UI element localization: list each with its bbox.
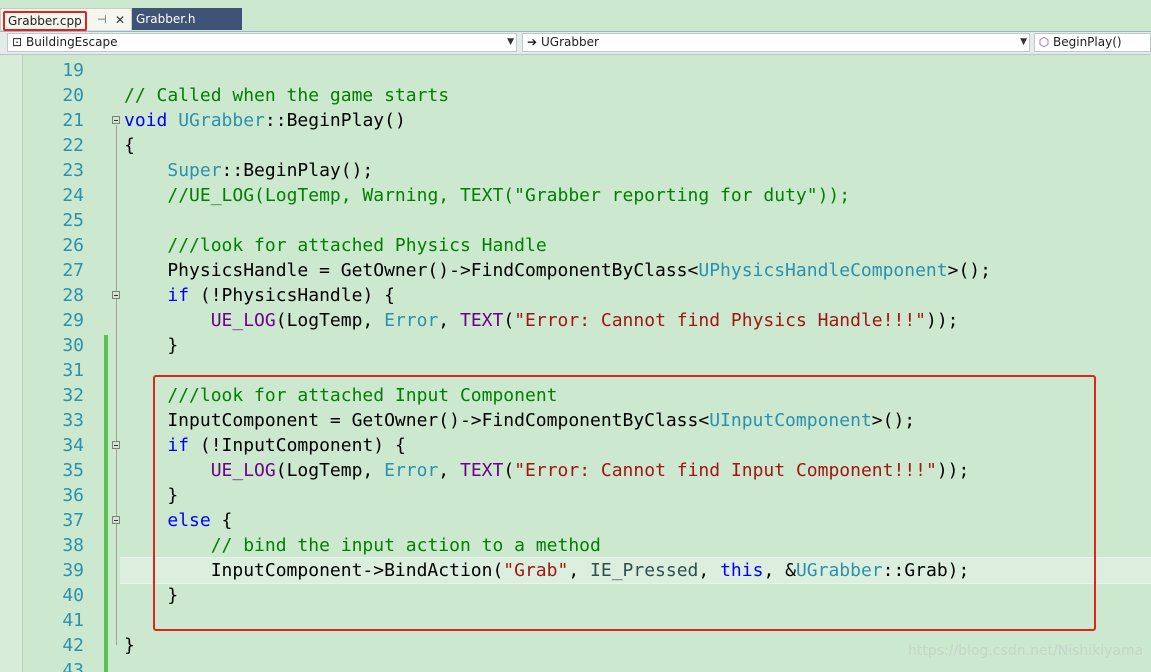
- code-token: (: [503, 310, 515, 331]
- code-token: ,: [438, 310, 460, 331]
- code-token: UGrabber: [178, 110, 265, 131]
- collapse-icon[interactable]: [112, 291, 120, 299]
- project-dropdown-value: BuildingEscape: [26, 35, 118, 49]
- collapse-icon[interactable]: [112, 441, 120, 449]
- code-editor[interactable]: 19 20 // Called when the game starts 21 void…: [0, 55, 1151, 672]
- code-line[interactable]: }: [124, 633, 135, 658]
- change-tracking-bar: [104, 335, 108, 672]
- class-dropdown-value: UGrabber: [541, 35, 599, 49]
- line-number: 29: [62, 310, 84, 331]
- code-token: void: [124, 110, 168, 131]
- code-line[interactable]: UE_LOG(LogTemp, Error, TEXT("Error: Cann…: [124, 308, 959, 333]
- code-line[interactable]: void UGrabber::BeginPlay(): [124, 108, 406, 133]
- class-dropdown[interactable]: ➔ UGrabber ▼: [522, 33, 1030, 52]
- collapse-icon[interactable]: [112, 516, 120, 524]
- code-line[interactable]: Super::BeginPlay();: [124, 158, 373, 183]
- line-number: 32: [62, 385, 84, 406]
- outline-guide: [116, 125, 117, 645]
- chevron-down-icon[interactable]: ▼: [1020, 34, 1027, 51]
- line-number: 35: [62, 460, 84, 481]
- code-token: (LogTemp,: [275, 310, 385, 331]
- line-number: 33: [62, 410, 84, 431]
- code-token: UE_LOG: [210, 310, 276, 331]
- line-number: 22: [62, 135, 84, 156]
- code-token: Error: [384, 310, 439, 331]
- line-number: 28: [62, 285, 84, 306]
- document-tab-strip: Grabber.cpp ⊣ ✕ Grabber.h: [0, 0, 1151, 32]
- code-token: "Error: Cannot find Physics Handle!!!": [514, 310, 926, 331]
- line-number: 24: [62, 185, 84, 206]
- tab-grabber-cpp-label: Grabber.cpp: [3, 11, 87, 31]
- line-number: 19: [62, 60, 84, 81]
- navigation-bar: ⊡ BuildingEscape ▼ ➔ UGrabber ▼ ⬡ BeginPlay…: [0, 32, 1151, 55]
- close-icon[interactable]: ✕: [115, 9, 125, 31]
- watermark: https://blog.csdn.net/Nishikiyama: [908, 643, 1144, 659]
- line-number: 20: [62, 85, 84, 106]
- code-token: PhysicsHandle = GetOwner()->FindComponen…: [124, 260, 699, 281]
- line-number: 39: [62, 560, 84, 581]
- code-token: // Called when the game starts: [124, 85, 450, 106]
- tab-grabber-cpp[interactable]: Grabber.cpp ⊣ ✕: [0, 8, 132, 31]
- line-number: 41: [62, 610, 84, 631]
- tab-grabber-h[interactable]: Grabber.h: [132, 8, 242, 30]
- code-line[interactable]: if (!PhysicsHandle) {: [124, 283, 395, 308]
- code-token: ///look for attached Physics Handle: [167, 235, 547, 256]
- chevron-down-icon[interactable]: ▼: [507, 34, 514, 51]
- line-number: 36: [62, 485, 84, 506]
- member-dropdown[interactable]: ⬡ BeginPlay(): [1034, 33, 1151, 52]
- line-number: 23: [62, 160, 84, 181]
- code-token: ::BeginPlay(): [264, 110, 406, 131]
- collapse-icon[interactable]: [112, 116, 120, 124]
- member-dropdown-value: BeginPlay(): [1053, 35, 1122, 49]
- project-dropdown[interactable]: ⊡ BuildingEscape ▼: [7, 33, 517, 52]
- line-number: 43: [62, 660, 84, 672]
- tab-grabber-h-label: Grabber.h: [136, 12, 196, 26]
- line-number: 27: [62, 260, 84, 281]
- line-number: 38: [62, 535, 84, 556]
- code-line[interactable]: //UE_LOG(LogTemp, Warning, TEXT("Grabber…: [124, 183, 850, 208]
- pin-icon[interactable]: ⊣: [97, 9, 107, 31]
- code-line[interactable]: PhysicsHandle = GetOwner()->FindComponen…: [124, 258, 991, 283]
- code-line[interactable]: }: [124, 333, 178, 358]
- line-number: 30: [62, 335, 84, 356]
- code-line[interactable]: ///look for attached Physics Handle: [124, 233, 547, 258]
- code-line[interactable]: {: [124, 133, 135, 158]
- code-token: ::BeginPlay();: [221, 160, 374, 181]
- annotation-highlight-box: [153, 375, 1096, 631]
- code-token: Super: [167, 160, 222, 181]
- scope-arrow-icon: ➔: [526, 35, 538, 49]
- code-line[interactable]: // Called when the game starts: [124, 83, 449, 108]
- code-token: //UE_LOG(LogTemp, Warning, TEXT("Grabber…: [167, 185, 851, 206]
- line-number: 31: [62, 360, 84, 381]
- code-token: }: [124, 335, 179, 356]
- line-number: 25: [62, 210, 84, 231]
- line-number: 26: [62, 235, 84, 256]
- line-number: 21: [62, 110, 84, 131]
- code-token: if: [167, 285, 190, 306]
- code-token: TEXT: [459, 310, 504, 331]
- indicator-margin[interactable]: [0, 55, 23, 672]
- code-token: ));: [926, 310, 959, 331]
- method-cube-icon: ⬡: [1038, 35, 1050, 49]
- code-token: {: [124, 135, 135, 156]
- line-number: 40: [62, 585, 84, 606]
- code-token: >();: [947, 260, 991, 281]
- project-icon: ⊡: [11, 35, 23, 49]
- code-token: }: [124, 635, 135, 656]
- code-token: UPhysicsHandleComponent: [698, 260, 948, 281]
- line-number: 42: [62, 635, 84, 656]
- code-token: (!PhysicsHandle) {: [189, 285, 395, 306]
- line-number: 37: [62, 510, 84, 531]
- line-number: 34: [62, 435, 84, 456]
